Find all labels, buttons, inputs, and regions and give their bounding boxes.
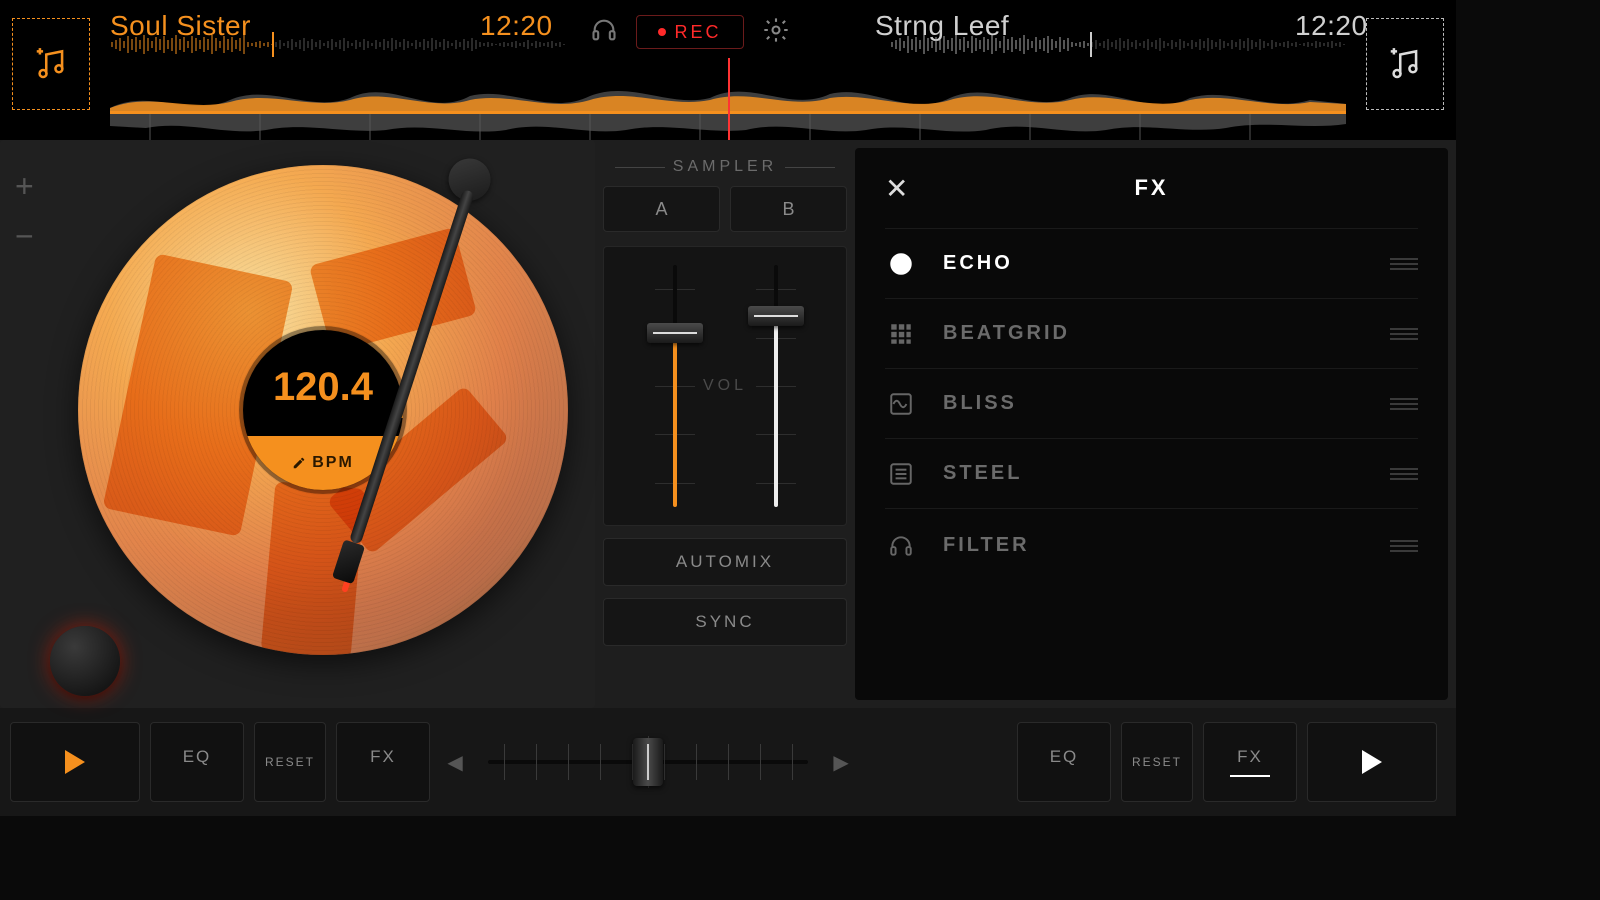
automix-button[interactable]: AUTOMIX: [603, 538, 847, 586]
fx-panel-title: FX: [917, 175, 1386, 201]
gear-icon: [762, 16, 790, 44]
record-label: REC: [674, 22, 721, 43]
play-button-b[interactable]: [1307, 722, 1437, 802]
add-music-icon: [1386, 45, 1424, 83]
bottom-bar: EQ RESET FX ◀ ▶ EQ RESET FX: [0, 708, 1456, 816]
fx-row-filter[interactable]: FILTER: [885, 508, 1418, 582]
nudge-right-button[interactable]: ▶: [826, 750, 856, 775]
top-bar: Soul Sister 12:20 Strng Leef 12:20 REC: [0, 0, 1456, 140]
fx-name: BLISS: [943, 392, 1390, 415]
record-dot-icon: [658, 28, 666, 36]
eq-button-b[interactable]: EQ: [1017, 722, 1111, 802]
mixer: SAMPLER A B VOL AUTOMIX SYNC: [595, 140, 855, 708]
add-music-icon: [32, 45, 70, 83]
play-icon: [1360, 748, 1384, 776]
volume-faders: VOL: [603, 246, 847, 526]
fx-close-button[interactable]: ✕: [885, 172, 917, 205]
eq-button-a[interactable]: EQ: [150, 722, 244, 802]
grid-icon: [885, 318, 917, 350]
reset-button-a[interactable]: RESET: [254, 722, 326, 802]
crossfader[interactable]: [488, 732, 808, 792]
turntable-a[interactable]: 120.4 BPM: [78, 165, 568, 655]
fx-row-bliss[interactable]: BLISS: [885, 368, 1418, 438]
fx-name: STEEL: [943, 462, 1390, 485]
fx-name: BEATGRID: [943, 322, 1390, 345]
bpm-label: BPM: [312, 454, 354, 472]
headphones-icon: [885, 530, 917, 562]
headphones-button[interactable]: [590, 16, 618, 49]
playhead-icon: [728, 58, 730, 140]
wave-icon: [885, 388, 917, 420]
volume-fader-b[interactable]: [746, 265, 806, 507]
play-button-a[interactable]: [10, 722, 140, 802]
play-icon: [63, 748, 87, 776]
sync-button[interactable]: SYNC: [603, 598, 847, 646]
library-button-a[interactable]: [12, 18, 90, 110]
pitch-down-button[interactable]: −: [15, 220, 34, 252]
fx-row-beatgrid[interactable]: BEATGRID: [885, 298, 1418, 368]
fx-button-b[interactable]: FX: [1203, 722, 1297, 802]
sampler-label: SAMPLER: [603, 158, 847, 176]
sampler-b-button[interactable]: B: [730, 186, 847, 232]
spindle-knob[interactable]: [50, 626, 120, 696]
nudge-left-button[interactable]: ◀: [440, 750, 470, 775]
deck-a: + − 120.4 BPM: [0, 140, 595, 708]
deck-a-overview-waveform[interactable]: [110, 32, 570, 57]
drag-handle-icon[interactable]: [1390, 537, 1418, 555]
pitch-up-button[interactable]: +: [15, 170, 34, 202]
main-waveform[interactable]: [110, 58, 1346, 140]
volume-fader-a[interactable]: [645, 265, 705, 507]
pencil-icon: [292, 456, 306, 470]
drag-handle-icon[interactable]: [1390, 465, 1418, 483]
lines-icon: [885, 458, 917, 490]
fx-name: ECHO: [943, 252, 1390, 275]
headphones-icon: [590, 16, 618, 44]
bpm-value: 120.4: [273, 330, 373, 410]
fx-name: FILTER: [943, 534, 1390, 557]
volume-label: VOL: [703, 377, 747, 395]
record-button[interactable]: REC: [636, 15, 744, 49]
sampler-a-button[interactable]: A: [603, 186, 720, 232]
fx-row-steel[interactable]: STEEL: [885, 438, 1418, 508]
settings-button[interactable]: [762, 16, 790, 49]
drag-handle-icon[interactable]: [1390, 255, 1418, 273]
fx-button-a[interactable]: FX: [336, 722, 430, 802]
library-button-b[interactable]: [1366, 18, 1444, 110]
drag-handle-icon[interactable]: [1390, 325, 1418, 343]
fx-panel: ✕ FX ECHO BEATGRID BLISS STEEL FILTER: [855, 148, 1448, 700]
fx-row-echo[interactable]: ECHO: [885, 228, 1418, 298]
reset-button-b[interactable]: RESET: [1121, 722, 1193, 802]
spiral-icon: [885, 248, 917, 280]
deck-b-overview-waveform[interactable]: [890, 32, 1350, 57]
drag-handle-icon[interactable]: [1390, 395, 1418, 413]
